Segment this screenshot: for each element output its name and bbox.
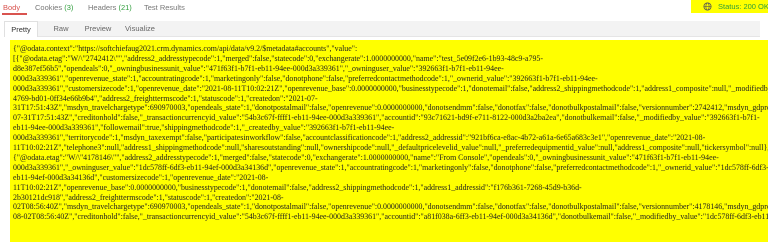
tab-test-results-label: Test Results xyxy=(144,3,185,12)
tab-headers-label: Headers xyxy=(88,3,117,12)
json-line: 31T17:51:43Z","msdyn_travelchargetype":6… xyxy=(13,103,768,113)
json-line: eb11-94ef-000d3a34136d","customersizecod… xyxy=(13,172,269,182)
view-mode-preview[interactable]: Preview xyxy=(80,21,116,36)
json-line: [{"@odata.etag":"W/\"2742412\"","address… xyxy=(13,53,543,63)
tab-body[interactable]: Body xyxy=(3,2,20,13)
view-mode-visualize[interactable]: Visualize xyxy=(120,21,160,36)
json-line: 000d3a339361","openrevenue_state":1,"acc… xyxy=(13,73,598,83)
tab-cookies[interactable]: Cookies (3) xyxy=(35,2,73,13)
response-tabs-bar: Body Cookies (3) Headers (21) Test Resul… xyxy=(0,0,768,15)
json-line: 08-02T08:56:40Z","creditonhold":false,"_… xyxy=(13,212,768,222)
tab-headers-count: (21) xyxy=(118,3,132,12)
response-body[interactable]: {"@odata.context":"https://softchiefaug2… xyxy=(10,40,768,242)
globe-icon[interactable] xyxy=(703,2,712,11)
json-line: 4769-bd01-0ff34e66b9b4","address2_freigh… xyxy=(13,93,318,103)
tab-cookies-count: (3) xyxy=(64,3,74,12)
tab-cookies-label: Cookies xyxy=(35,3,63,12)
json-line: 07-31T17:51:43Z","creditonhold":false,"_… xyxy=(13,113,760,123)
json-line: 2b30121dc918","address2_freighttermscode… xyxy=(13,192,284,202)
json-line: {"@odata.etag":"W/\"4178146\"","address2… xyxy=(13,152,719,162)
json-line: 000d3a339361","customersizecode":1,"open… xyxy=(13,83,768,93)
active-tab-indicator xyxy=(2,13,27,15)
json-line: d8e387ef56b5","opendeals":0,"_owningbusi… xyxy=(13,63,504,73)
json-line: eb11-94ee-000d3a339361","followemail":tr… xyxy=(13,123,395,133)
json-line: 000d3a339361","territorycode":1,"msdyn_t… xyxy=(13,133,706,143)
view-mode-bar: Pretty Raw Preview Visualize xyxy=(4,21,760,37)
status-value: 200 OK xyxy=(743,2,768,11)
tab-headers[interactable]: Headers (21) xyxy=(88,2,132,13)
json-line: 02T08:56:40Z","msdyn_travelchargetype":6… xyxy=(13,202,768,212)
json-line: 000d3a339361","_owninguser_value":"1dc57… xyxy=(13,162,768,172)
tab-test-results[interactable]: Test Results xyxy=(144,2,185,13)
response-status: Status: 200 OK xyxy=(718,1,768,12)
json-line: 11T10:02:21Z","openrevenue_base":0.00000… xyxy=(13,182,582,192)
json-line: {"@odata.context":"https://softchiefaug2… xyxy=(13,44,358,53)
json-line: 11T10:02:21Z","telephone3":null,"address… xyxy=(13,143,768,152)
status-label: Status: xyxy=(718,2,742,11)
view-mode-raw[interactable]: Raw xyxy=(46,21,76,36)
view-mode-pretty[interactable]: Pretty xyxy=(4,21,38,37)
tab-body-label: Body xyxy=(3,3,21,12)
